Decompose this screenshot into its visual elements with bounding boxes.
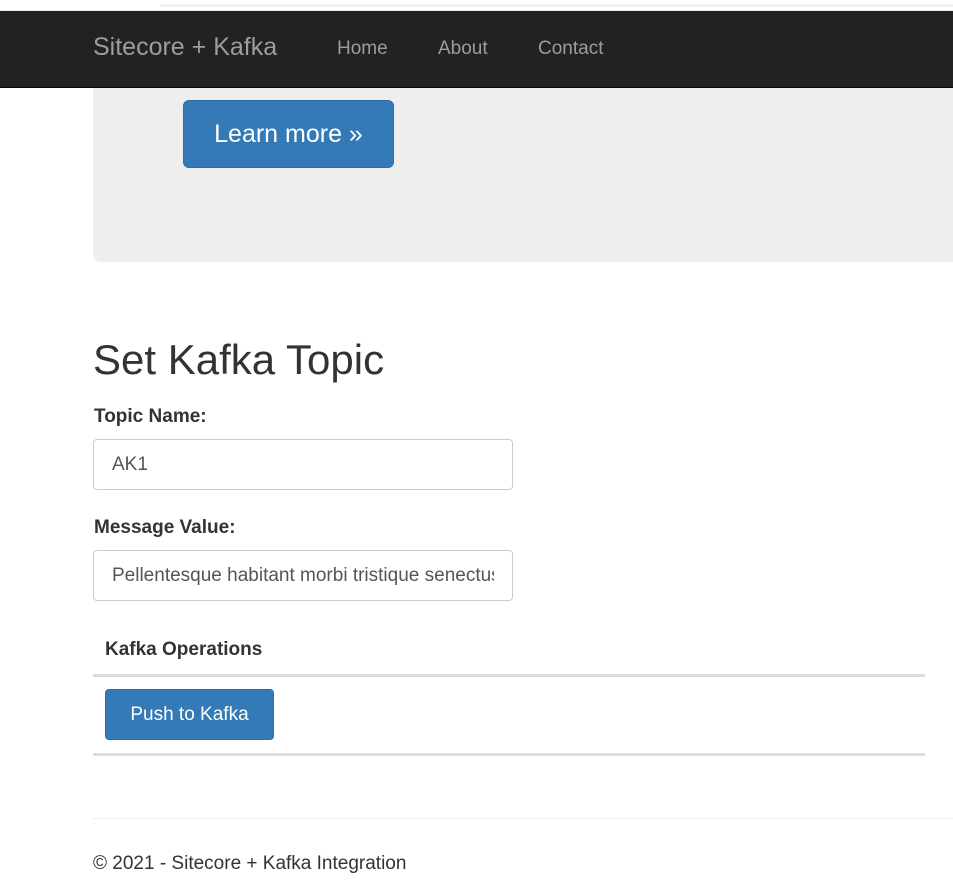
nav-link-contact[interactable]: Contact xyxy=(538,38,603,60)
topic-name-input[interactable] xyxy=(93,439,513,490)
nav-link-home[interactable]: Home xyxy=(337,38,388,60)
message-value-input[interactable] xyxy=(93,550,513,601)
nav-link-about[interactable]: About xyxy=(438,38,488,60)
navbar: Sitecore + Kafka Home About Contact xyxy=(0,11,953,88)
learn-more-button[interactable]: Learn more » xyxy=(183,100,394,168)
kafka-operations-header: Kafka Operations xyxy=(93,626,925,677)
kafka-operations-table: Kafka Operations Push to Kafka xyxy=(93,626,925,756)
jumbotron: Learn more » xyxy=(93,88,953,262)
topic-name-label: Topic Name: xyxy=(94,406,207,427)
browser-top-strip xyxy=(0,0,953,11)
footer-copyright: © 2021 - Sitecore + Kafka Integration xyxy=(93,853,407,874)
footer-divider xyxy=(93,818,953,819)
browser-strip-line xyxy=(160,4,953,7)
push-to-kafka-button[interactable]: Push to Kafka xyxy=(105,689,274,740)
message-value-label: Message Value: xyxy=(94,517,236,538)
page-title: Set Kafka Topic xyxy=(93,336,385,383)
navbar-brand[interactable]: Sitecore + Kafka xyxy=(93,33,277,62)
kafka-operations-row: Push to Kafka xyxy=(93,677,925,756)
